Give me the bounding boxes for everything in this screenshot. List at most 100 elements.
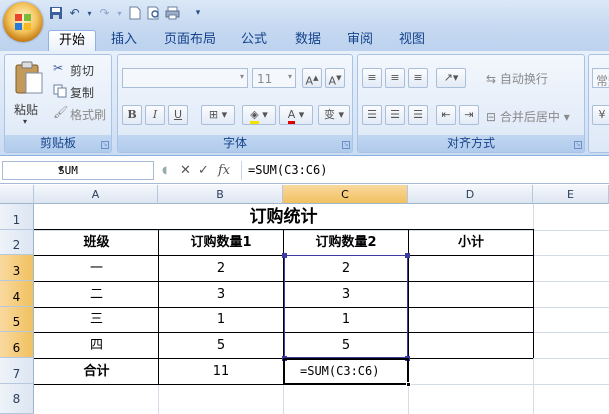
undo-icon[interactable]: ↶: [67, 6, 82, 21]
merge-center-button[interactable]: ⊟ 合并后居中 ▾: [486, 108, 570, 125]
align-bottom-button[interactable]: ≡: [408, 68, 428, 88]
row-header-2[interactable]: 2: [0, 230, 34, 255]
align-right-button[interactable]: ☰: [408, 105, 428, 125]
underline-button[interactable]: U: [168, 105, 188, 125]
header-cell-qty1[interactable]: 订购数量1: [159, 230, 283, 255]
font-size-select[interactable]: 11 ▾: [252, 68, 296, 88]
column-header-e[interactable]: E: [533, 185, 609, 204]
cut-button[interactable]: ✂ 剪切: [53, 60, 109, 78]
tab-page-layout[interactable]: 页面布局: [155, 30, 225, 51]
total-qty1-cell[interactable]: 11: [159, 359, 283, 384]
align-center-button[interactable]: ☰: [385, 105, 405, 125]
increase-indent-button[interactable]: ⇥: [459, 105, 479, 125]
fill-color-button[interactable]: ◈ ▾: [242, 105, 276, 125]
align-left-button[interactable]: ☰: [362, 105, 382, 125]
table-cell-subtotal[interactable]: [409, 256, 533, 281]
name-box-dropdown-icon[interactable]: ▼: [58, 165, 151, 175]
row-header-3[interactable]: 3: [0, 255, 34, 281]
clipboard-group: 粘贴 ▾ ✂ 剪切 复制 🖌 格式刷 剪贴板 ↘: [4, 54, 112, 153]
formula-input[interactable]: =SUM(C3:C6): [241, 161, 607, 180]
table-cell-qty1[interactable]: 2: [159, 256, 283, 281]
font-name-dropdown-icon: ▾: [239, 72, 244, 81]
tab-review[interactable]: 审阅: [338, 30, 382, 51]
paste-button[interactable]: 粘贴 ▾: [9, 59, 49, 131]
font-color-icon: A: [287, 108, 296, 124]
font-name-select[interactable]: ▾: [122, 68, 248, 88]
fill-handle[interactable]: [406, 382, 411, 387]
currency-format-button[interactable]: ¥: [592, 105, 609, 125]
table-cell-class[interactable]: 三: [35, 308, 158, 332]
name-box[interactable]: SUM ▼: [2, 161, 154, 180]
tab-data[interactable]: 数据: [286, 30, 330, 51]
alignment-dialog-launcher-icon[interactable]: ↘: [574, 141, 582, 149]
sheet-title-cell[interactable]: 订购统计: [34, 204, 533, 230]
table-cell-class[interactable]: 二: [35, 282, 158, 307]
select-all-button[interactable]: [0, 185, 34, 204]
undo-dropdown-icon[interactable]: ▾: [86, 6, 93, 21]
row-header-7[interactable]: 7: [0, 358, 34, 384]
font-dialog-launcher-icon[interactable]: ↘: [342, 141, 350, 149]
align-middle-button[interactable]: ≡: [385, 68, 405, 88]
orientation-button[interactable]: ↗▾: [436, 68, 466, 88]
italic-button[interactable]: I: [145, 105, 165, 125]
office-logo-icon: [15, 14, 31, 30]
column-header-b[interactable]: B: [158, 185, 283, 204]
save-icon[interactable]: [48, 6, 63, 21]
grow-font-button[interactable]: A▲: [302, 68, 322, 88]
borders-button[interactable]: ⊞ ▾: [201, 105, 235, 125]
row-header-8[interactable]: 8: [0, 384, 34, 414]
tab-view[interactable]: 视图: [390, 30, 434, 51]
copy-button[interactable]: 复制: [53, 82, 109, 100]
row-header-6[interactable]: 6: [0, 332, 34, 358]
table-cell-qty1[interactable]: 1: [159, 308, 283, 332]
tab-insert[interactable]: 插入: [100, 30, 148, 51]
header-cell-class[interactable]: 班级: [35, 230, 158, 255]
office-button[interactable]: [3, 2, 43, 42]
tab-formulas[interactable]: 公式: [232, 30, 276, 51]
table-cell-qty1[interactable]: 5: [159, 333, 283, 358]
table-cell-class[interactable]: 一: [35, 256, 158, 281]
merge-center-icon: ⊟: [486, 110, 497, 124]
format-painter-button[interactable]: 🖌 格式刷: [53, 104, 111, 122]
decrease-indent-button[interactable]: ⇤: [436, 105, 456, 125]
worksheet-grid[interactable]: A B C D E 1 2 3 4 5 6 7 8 订购统计 班级 订购数量1 …: [0, 185, 609, 414]
align-top-button[interactable]: ≡: [362, 68, 382, 88]
column-header-a[interactable]: A: [34, 185, 158, 204]
column-header-d[interactable]: D: [408, 185, 533, 204]
font-color-button[interactable]: A ▾: [279, 105, 313, 125]
column-header-c[interactable]: C: [283, 185, 408, 204]
table-cell-class[interactable]: 四: [35, 333, 158, 358]
number-format-select[interactable]: 常规: [592, 68, 609, 88]
active-cell-border: [283, 358, 409, 385]
shrink-font-button[interactable]: A▼: [325, 68, 345, 88]
table-cell-subtotal[interactable]: [409, 308, 533, 332]
range-handle[interactable]: [282, 253, 287, 258]
header-cell-qty2[interactable]: 订购数量2: [284, 230, 408, 255]
range-handle[interactable]: [405, 253, 410, 258]
header-cell-subtotal[interactable]: 小计: [409, 230, 533, 255]
wrap-text-button[interactable]: ⇆ 自动换行: [486, 70, 548, 87]
new-document-icon[interactable]: [127, 6, 142, 21]
tab-home[interactable]: 开始: [48, 30, 96, 51]
alignment-group-label: 对齐方式: [358, 135, 584, 152]
print-icon[interactable]: [165, 6, 180, 21]
row-header-4[interactable]: 4: [0, 281, 34, 307]
table-cell-subtotal[interactable]: [409, 333, 533, 358]
phonetic-button[interactable]: 变 ▾: [318, 105, 350, 125]
insert-function-icon[interactable]: fx: [218, 161, 230, 180]
wrap-text-icon: ⇆: [486, 72, 497, 86]
clipboard-dialog-launcher-icon[interactable]: ↘: [101, 141, 109, 149]
title-bar: ↶ ▾ ↷ ▾ ▾: [0, 0, 609, 42]
total-label-cell[interactable]: 合计: [35, 359, 158, 384]
bold-button[interactable]: B: [122, 105, 142, 125]
redo-dropdown-icon[interactable]: ▾: [116, 6, 123, 21]
customize-qat-icon[interactable]: ▾: [192, 6, 204, 21]
enter-icon[interactable]: ✓: [198, 161, 209, 180]
print-preview-icon[interactable]: [146, 6, 161, 21]
table-cell-subtotal[interactable]: [409, 282, 533, 307]
cancel-icon[interactable]: ✕: [180, 161, 191, 180]
row-header-5[interactable]: 5: [0, 307, 34, 332]
table-cell-qty1[interactable]: 3: [159, 282, 283, 307]
redo-icon[interactable]: ↷: [97, 6, 112, 21]
row-header-1[interactable]: 1: [0, 204, 34, 230]
